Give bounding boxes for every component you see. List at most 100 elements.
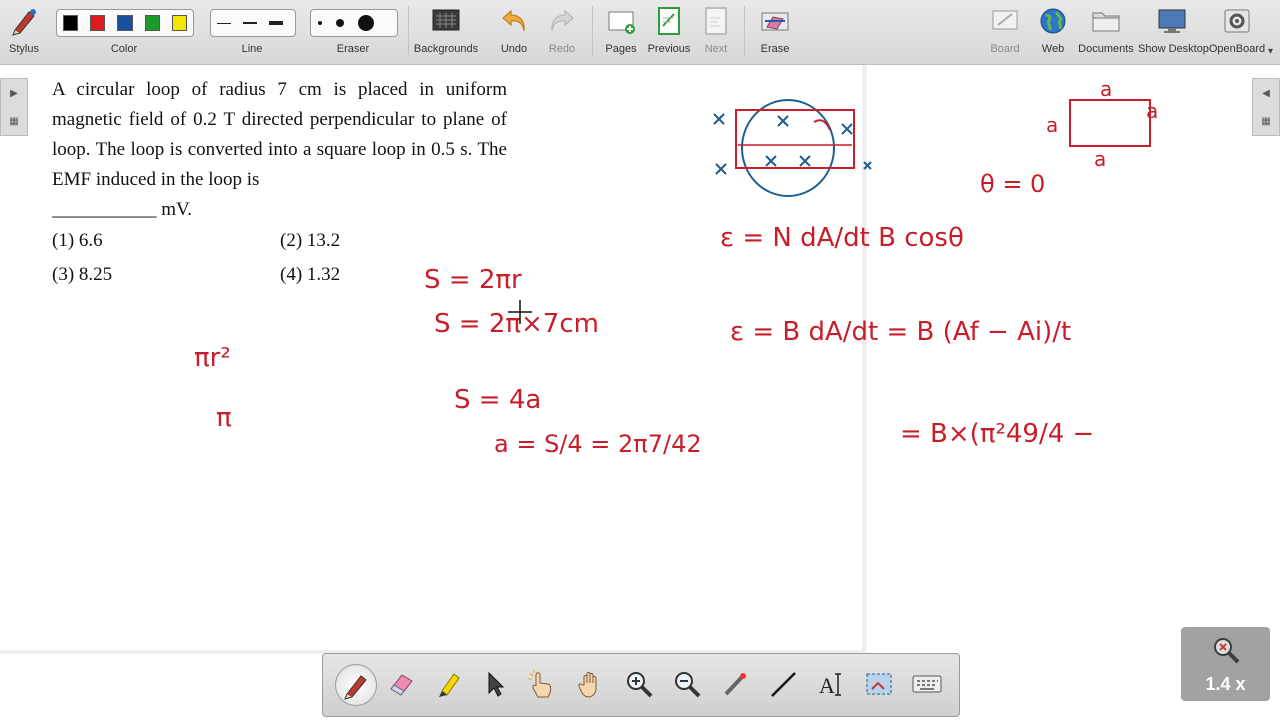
zoom-magnifier-icon <box>1214 638 1240 664</box>
zoom-out-icon <box>675 672 701 698</box>
page-divider <box>862 65 867 650</box>
board-icon <box>987 6 1023 36</box>
option-2: (2) 13.2 <box>280 230 341 251</box>
color-red[interactable] <box>90 15 106 31</box>
documents-label: Documents <box>1078 43 1134 55</box>
erase-icon <box>757 6 793 36</box>
redo-button[interactable]: Redo <box>540 0 584 64</box>
next-page-icon <box>698 6 734 36</box>
backgrounds-button[interactable]: Backgrounds <box>412 0 480 64</box>
line-medium[interactable] <box>243 22 257 24</box>
color-yellow[interactable] <box>171 15 188 31</box>
color-palette <box>56 9 194 37</box>
redo-icon <box>544 6 580 36</box>
tool-palette: A <box>322 653 960 717</box>
zoom-in-button[interactable] <box>619 662 659 706</box>
laser-pointer-button[interactable] <box>715 662 755 706</box>
eraser-medium[interactable] <box>336 19 344 27</box>
left-panel-arrow-icon: ▶ <box>10 87 18 99</box>
documents-button[interactable]: Documents <box>1078 0 1134 64</box>
eraser-tool-button[interactable] <box>381 662 421 706</box>
option-3: (3) 8.25 <box>52 264 113 285</box>
undo-button[interactable]: Undo <box>492 0 536 64</box>
main-toolbar: Stylus Color Line Eraser Backgrounds Und… <box>0 0 1280 65</box>
previous-page-button[interactable]: Previous <box>646 0 692 64</box>
question-blank: ___________ mV. <box>52 199 193 220</box>
globe-icon <box>1035 6 1071 36</box>
show-desktop-label: Show Desktop <box>1138 43 1209 55</box>
eraser-label: Eraser <box>336 43 370 55</box>
backgrounds-label: Backgrounds <box>413 43 479 55</box>
line-tool-button[interactable] <box>763 662 803 706</box>
eraser-large[interactable] <box>358 15 374 31</box>
keyboard-icon <box>912 675 942 693</box>
board-label: Board <box>990 43 1020 55</box>
highlighter-icon <box>439 673 460 697</box>
line-icon <box>771 672 796 697</box>
play-tool-button[interactable] <box>521 662 561 706</box>
color-black[interactable] <box>63 15 79 31</box>
folder-icon <box>1088 6 1124 36</box>
question-text: A circular loop of radius 7 cm is placed… <box>52 75 507 225</box>
zoom-indicator[interactable]: 1.4 x <box>1181 627 1270 701</box>
pointing-hand-icon <box>528 670 552 698</box>
right-panel-handle[interactable]: ◀ ▦ <box>1252 78 1280 136</box>
line-width-palette <box>210 9 296 37</box>
backgrounds-icon <box>428 6 464 36</box>
openboard-menu-button[interactable]: OpenBoard <box>1208 0 1266 64</box>
zoom-out-button[interactable] <box>667 662 707 706</box>
line-group: Line <box>208 0 296 64</box>
line-thick[interactable] <box>269 21 283 25</box>
text-icon: A <box>819 673 841 698</box>
web-label: Web <box>1041 43 1065 55</box>
hand-tool-button[interactable] <box>571 662 611 706</box>
show-desktop-button[interactable]: Show Desktop <box>1138 0 1209 64</box>
toolbar-separator <box>592 6 593 56</box>
next-page-label: Next <box>704 43 728 55</box>
left-panel-pages-icon: ▦ <box>9 115 19 127</box>
pen-tool-button[interactable] <box>335 664 377 706</box>
right-panel-arrow-icon: ◀ <box>1262 87 1270 99</box>
question-body: A circular loop of radius 7 cm is placed… <box>52 79 507 190</box>
zoom-level: 1.4 x <box>1205 674 1246 694</box>
selector-tool-button[interactable] <box>475 662 515 706</box>
text-tool-button[interactable]: A <box>811 662 851 706</box>
erase-button[interactable]: Erase <box>752 0 798 64</box>
pages-button[interactable]: Pages <box>600 0 642 64</box>
next-page-button[interactable]: Next <box>696 0 736 64</box>
erase-label: Erase <box>760 43 790 55</box>
eraser-size-palette <box>310 9 398 37</box>
line-thin[interactable] <box>217 22 231 24</box>
laser-pointer-icon <box>724 673 746 696</box>
pen-icon <box>344 675 367 700</box>
openboard-label: OpenBoard <box>1208 43 1266 55</box>
line-label: Line <box>241 43 263 55</box>
eraser-small[interactable] <box>318 21 322 25</box>
undo-icon <box>496 6 532 36</box>
stylus-tool[interactable]: Stylus <box>4 0 44 64</box>
web-button[interactable]: Web <box>1032 0 1074 64</box>
hand-icon <box>578 672 597 698</box>
toolbar-overflow-chevron-icon[interactable]: ▾ <box>1268 46 1273 57</box>
highlighter-tool-button[interactable] <box>429 662 469 706</box>
right-panel-library-icon: ▦ <box>1261 115 1271 127</box>
stylus-icon <box>6 6 42 36</box>
color-green[interactable] <box>144 15 160 31</box>
gear-icon <box>1219 6 1255 36</box>
color-blue[interactable] <box>117 15 133 31</box>
virtual-keyboard-button[interactable] <box>907 662 947 706</box>
capture-tool-button[interactable] <box>859 662 899 706</box>
eraser-icon <box>390 674 413 696</box>
monitor-icon <box>1154 6 1190 36</box>
option-4: (4) 1.32 <box>280 264 341 285</box>
color-group: Color <box>54 0 194 64</box>
eraser-group: Eraser <box>308 0 398 64</box>
svg-text:A: A <box>819 673 835 698</box>
previous-page-icon <box>651 6 687 36</box>
left-panel-handle[interactable]: ▶ ▦ <box>0 78 28 136</box>
redo-label: Redo <box>548 43 576 55</box>
capture-icon <box>866 673 892 695</box>
board-button[interactable]: Board <box>984 0 1026 64</box>
color-label: Color <box>110 43 138 55</box>
previous-page-label: Previous <box>647 43 691 55</box>
